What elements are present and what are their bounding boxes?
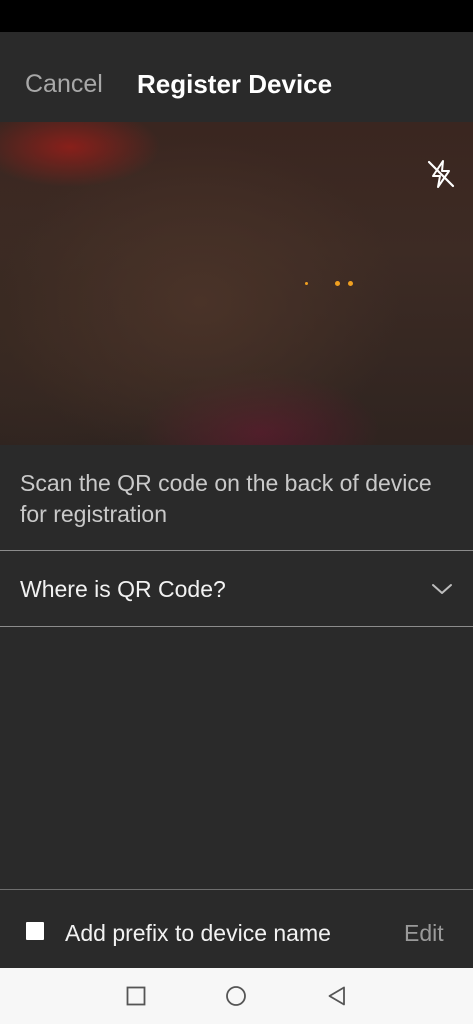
header: Cancel Register Device	[0, 32, 473, 122]
triangle-back-icon[interactable]	[325, 984, 349, 1008]
footer: Add prefix to device name Edit	[0, 890, 473, 968]
focus-indicator-dot	[335, 281, 340, 286]
cancel-button[interactable]: Cancel	[25, 70, 103, 99]
flash-off-icon[interactable]	[425, 158, 457, 190]
status-bar	[0, 0, 473, 32]
scan-instruction: Scan the QR code on the back of device f…	[20, 470, 432, 527]
where-is-qr-code-label: Where is QR Code?	[20, 576, 226, 602]
add-prefix-label: Add prefix to device name	[65, 920, 331, 946]
edit-button[interactable]: Edit	[404, 920, 444, 947]
chevron-down-icon[interactable]	[431, 582, 453, 596]
page-title: Register Device	[137, 69, 333, 99]
system-nav-bar	[0, 968, 473, 1024]
focus-indicator-dot	[348, 281, 353, 286]
camera-preview[interactable]	[0, 122, 473, 445]
divider	[0, 550, 473, 551]
square-icon[interactable]	[124, 984, 148, 1008]
add-prefix-checkbox[interactable]	[26, 922, 44, 940]
focus-indicator-dot	[305, 282, 308, 285]
where-is-qr-code-row[interactable]: Where is QR Code?	[0, 552, 473, 626]
circle-icon[interactable]	[224, 984, 248, 1008]
divider	[0, 626, 473, 627]
